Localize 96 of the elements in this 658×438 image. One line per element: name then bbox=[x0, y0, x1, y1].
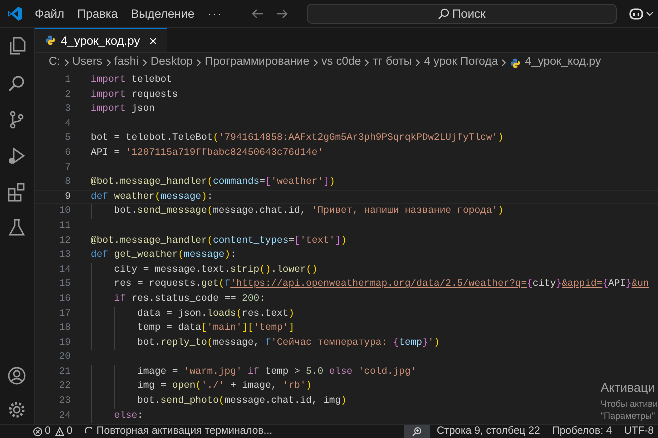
line-number: 3 bbox=[64, 102, 71, 116]
breadcrumb-item[interactable]: тг боты bbox=[373, 54, 412, 72]
settings-icon[interactable] bbox=[7, 400, 27, 420]
line-number: 10 bbox=[58, 204, 71, 218]
breadcrumb-item[interactable]: Программирование bbox=[205, 54, 310, 72]
chevron-right-icon bbox=[106, 59, 112, 67]
warning-icon bbox=[54, 426, 65, 436]
code-line: bot.send_photo(message.chat.id, img) bbox=[91, 394, 347, 409]
code-line: data = json.loads(res.text) bbox=[91, 306, 295, 322]
line-number: 9 bbox=[64, 190, 71, 204]
code-line: import json bbox=[91, 102, 155, 116]
line-number: 16 bbox=[58, 292, 71, 306]
activation-notice-title: Активаци bbox=[600, 380, 656, 398]
line-number: 15 bbox=[58, 277, 71, 292]
error-icon bbox=[33, 426, 43, 436]
zoom-button[interactable] bbox=[404, 425, 430, 438]
breadcrumb-item[interactable]: vs c0de bbox=[322, 54, 362, 72]
line-number: 22 bbox=[58, 379, 71, 394]
code-line: def weather(message): bbox=[91, 190, 214, 204]
line-number: 7 bbox=[64, 160, 71, 175]
indentation-setting[interactable]: Пробелов: 4 bbox=[552, 424, 612, 438]
code-line: def get_weather(message): bbox=[91, 248, 236, 262]
line-number: 13 bbox=[58, 248, 71, 262]
back-arrow-icon[interactable] bbox=[250, 6, 265, 20]
search-icon[interactable] bbox=[7, 74, 27, 94]
problems-indicator[interactable]: 0 0 bbox=[0, 424, 79, 438]
flask-icon[interactable] bbox=[7, 218, 27, 238]
line-number: 6 bbox=[64, 146, 71, 160]
python-file-icon bbox=[45, 35, 56, 46]
more-menu-button[interactable]: ··· bbox=[208, 4, 223, 22]
code-line: image = 'warm.jpg' if temp > 5.0 else 'cold.jpg' bbox=[91, 364, 417, 380]
code-line: img = open('./' + image, 'rb') bbox=[91, 379, 312, 394]
line-number: 21 bbox=[58, 364, 71, 379]
code-line: bot.send_message(message.chat.id, 'Привет, напиши название города') bbox=[91, 204, 504, 219]
code-line: res = requests.get(f'https://api.openweathermap.org/data/2.5/weather?q={city}&appid={API}&un bbox=[91, 277, 650, 292]
chevron-right-icon bbox=[312, 59, 319, 67]
breadcrumb-item[interactable]: Desktop bbox=[150, 54, 194, 72]
chevron-right-icon bbox=[364, 59, 370, 67]
line-number: 5 bbox=[64, 131, 71, 146]
code-line: if res.status_code == 200: bbox=[91, 292, 266, 306]
line-number: 23 bbox=[58, 394, 71, 408]
run-debug-icon[interactable] bbox=[7, 146, 27, 166]
python-file-icon bbox=[510, 58, 522, 68]
code-line: else: bbox=[91, 408, 144, 424]
forward-arrow-icon[interactable] bbox=[274, 6, 289, 20]
line-number: 4 bbox=[64, 116, 71, 131]
zoom-icon bbox=[412, 426, 422, 436]
code-line: bot = telebot.TeleBot('7941614858:AAFxt2gGm5Ar3ph9PSqrqkPDw2LUjfyTlcw') bbox=[91, 131, 504, 146]
code-line: bot.reply_to(message, f'Сейчас температура: {temp}') bbox=[91, 336, 440, 350]
chevron-right-icon bbox=[196, 59, 202, 67]
code-line: API = '1207115a719ffbabc82450643c76d14e' bbox=[91, 146, 324, 160]
line-number: 14 bbox=[58, 262, 71, 277]
encoding-setting[interactable]: UTF-8 bbox=[624, 424, 654, 438]
line-number: 8 bbox=[64, 175, 71, 190]
code-line: @bot.message_handler(content_types=['text']) bbox=[91, 234, 347, 248]
cursor-position[interactable]: Строка 9, столбец 22 bbox=[436, 424, 540, 438]
search-field[interactable]: Поиск bbox=[306, 4, 617, 24]
editor-tab[interactable]: 4_урок_код.py × bbox=[35, 28, 168, 52]
line-number: 12 bbox=[58, 234, 71, 248]
code-line: import requests bbox=[91, 88, 178, 102]
code-line: city = message.text.strip().lower() bbox=[91, 262, 318, 278]
code-line: temp = data['main']['temp'] bbox=[91, 321, 295, 336]
code-line: @bot.message_handler(commands=['weather']) bbox=[91, 175, 336, 190]
account-icon[interactable] bbox=[7, 366, 27, 386]
breadcrumb-item[interactable]: 4_урок_код.py bbox=[510, 54, 602, 72]
line-number: 11 bbox=[58, 218, 71, 233]
activation-notice-text: Чтобы активи bbox=[600, 398, 658, 410]
spinner-icon bbox=[84, 427, 94, 436]
menu-item[interactable]: Правка bbox=[78, 4, 118, 22]
line-number: 1 bbox=[64, 73, 71, 88]
chevron-right-icon bbox=[501, 59, 508, 67]
activation-notice-text: "Параметры" bbox=[600, 410, 656, 422]
search-icon bbox=[438, 8, 450, 20]
line-number: 17 bbox=[58, 306, 71, 321]
breadcrumb-item[interactable]: C: bbox=[49, 54, 60, 72]
breadcrumb-item[interactable]: fashi bbox=[114, 54, 139, 72]
menu-item[interactable]: Выделение bbox=[131, 4, 195, 22]
breadcrumb-item[interactable]: 4 урок Погода bbox=[424, 54, 498, 72]
menu-item[interactable]: Файл bbox=[35, 4, 65, 22]
close-button[interactable]: × bbox=[149, 34, 158, 48]
status-task-text: Повторная активация терминалов... bbox=[96, 424, 273, 438]
line-number: 20 bbox=[58, 350, 71, 364]
line-number: 2 bbox=[64, 88, 71, 102]
copilot-menu-button[interactable] bbox=[626, 6, 656, 20]
line-number: 18 bbox=[58, 321, 71, 336]
chevron-down-icon bbox=[646, 10, 654, 16]
code-line: import telebot bbox=[91, 73, 172, 88]
chevron-right-icon bbox=[415, 59, 422, 67]
breadcrumb-item[interactable]: Users bbox=[72, 54, 103, 72]
chevron-right-icon bbox=[142, 59, 148, 67]
line-number: 19 bbox=[58, 336, 71, 350]
extensions-icon[interactable] bbox=[7, 182, 27, 202]
chevron-right-icon bbox=[64, 59, 70, 67]
robot-icon bbox=[628, 6, 644, 20]
app-logo-icon[interactable] bbox=[7, 6, 23, 22]
line-number: 24 bbox=[58, 408, 71, 423]
